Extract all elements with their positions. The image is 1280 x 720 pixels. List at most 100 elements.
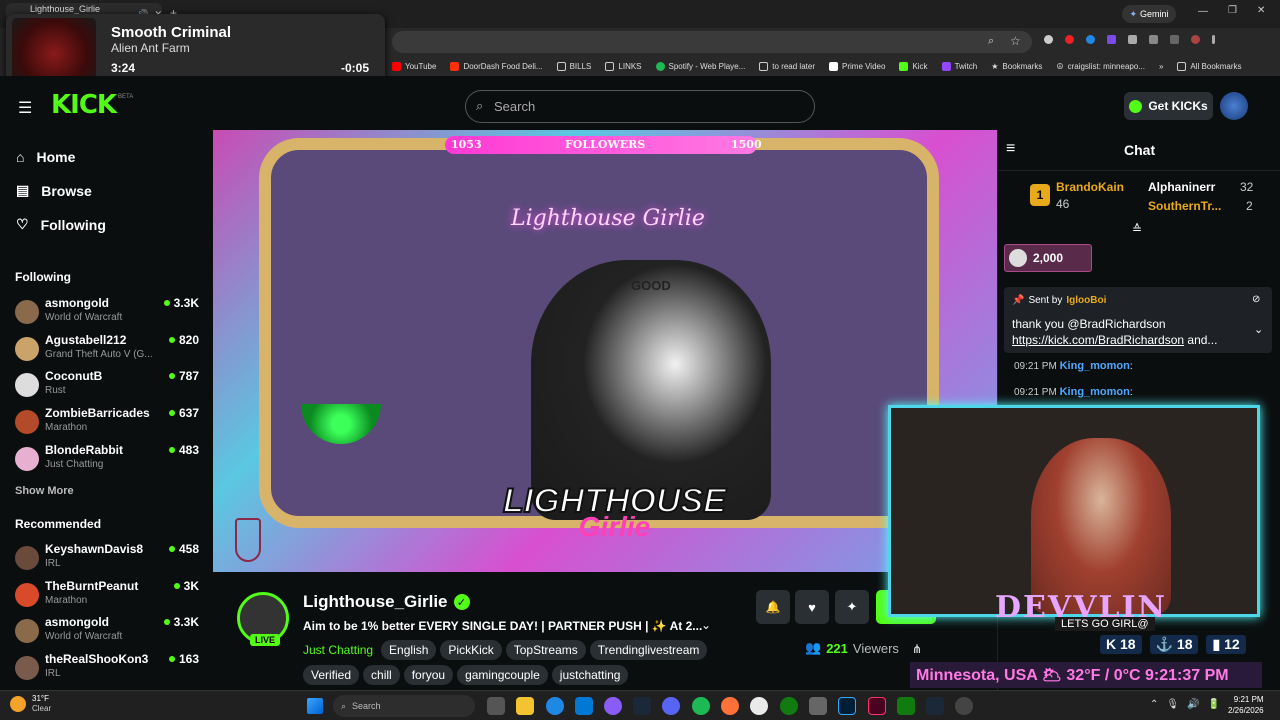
bookmark-prime-video[interactable]: Prime Video [829,61,885,71]
zoom-icon[interactable]: ⌕ [988,35,994,48]
profile-icon[interactable] [1191,35,1200,44]
following-channel-item[interactable]: BlondeRabbit Just Chatting 483 [15,443,205,477]
photoshop-icon[interactable] [838,697,856,715]
start-button[interactable] [307,698,323,714]
show-more-link[interactable]: Show More [15,485,74,497]
notify-bell-button[interactable]: 🔔 [756,590,790,624]
tag-pill[interactable]: foryou [403,665,454,685]
edge-icon[interactable] [546,697,564,715]
extension-icon[interactable] [1149,35,1158,44]
chrome-icon[interactable] [750,697,768,715]
following-channel-item[interactable]: ZombieBarricades Marathon 637 [15,406,205,440]
collapse-chat-icon[interactable]: ≡ [1006,140,1015,158]
firefox-icon[interactable] [721,697,739,715]
store-icon[interactable] [575,697,593,715]
close-window-button[interactable]: ✕ [1257,5,1265,16]
extension-icon[interactable] [1107,35,1116,44]
nav-browse[interactable]: ▤ Browse [16,182,92,199]
file-explorer-icon[interactable] [516,697,534,715]
bookmark-craigslist[interactable]: ☮ craigslist: minneapo... [1056,62,1145,71]
extension-icon[interactable] [1065,35,1074,44]
url-field[interactable] [392,31,1032,53]
bookmark-to-read-later[interactable]: to read later [759,61,815,71]
spotify-icon[interactable] [692,697,710,715]
kick-logo[interactable]: KICK [51,90,117,120]
obs-icon[interactable] [955,697,973,715]
channel-category: World of Warcraft [45,312,123,323]
pinned-link[interactable]: https://kick.com/BradRichardson [1012,333,1184,347]
expand-pinned-icon[interactable]: ⌄ [1254,323,1263,336]
get-kicks-button[interactable]: Get KICKs [1124,92,1213,120]
following-channel-item[interactable]: Agustabell212 Grand Theft Auto V (G... 820 [15,333,205,367]
recommended-channel-item[interactable]: theRealShooKon3 IRL 163 [15,652,205,686]
bookmark-kick[interactable]: Kick [899,61,928,71]
leader-1-name[interactable]: BrandoKain [1056,180,1124,194]
video-player[interactable]: Lighthouse Girlie GOOD 1053 FOLLOWERS 15… [213,130,997,572]
menu-dots-icon[interactable] [1212,35,1215,44]
bookmark-doordash[interactable]: DoorDash Food Deli... [450,61,543,71]
tag-pill[interactable]: English [381,640,437,660]
leader-3-name[interactable]: SouthernTr... [1148,199,1221,213]
windows-taskbar: 31°F Clear ⌕ Search ⌃🎙🔊🔋 9:21 PM 2/26/20… [0,690,1280,720]
kicks-gift-badge[interactable]: 2,000 [1004,244,1092,272]
unpin-icon[interactable]: ⊘ [1252,294,1260,305]
extensions-icons[interactable] [1044,35,1215,44]
category-link[interactable]: Just Chatting [303,643,373,657]
expand-title-icon[interactable]: ⌄ [701,618,711,632]
puzzle-icon[interactable] [1128,35,1137,44]
user-avatar[interactable] [1220,92,1248,120]
app-icon[interactable] [809,697,827,715]
tag-pill[interactable]: Trendinglivestream [589,640,708,660]
extension-icon[interactable] [1086,35,1095,44]
bookmark-bills[interactable]: BILLS [556,61,591,71]
minimize-button[interactable]: — [1198,6,1208,17]
tag-pill[interactable]: chill [363,665,400,685]
tray-icons[interactable]: ⌃🎙🔊🔋 [1150,699,1228,710]
extension-icon[interactable] [1044,35,1053,44]
bookmark-spotify[interactable]: Spotify - Web Playe... [655,61,745,71]
tag-pill[interactable]: gamingcouple [457,665,548,685]
bookmark-bookmarks[interactable]: ★ Bookmarks [991,62,1042,71]
extension-icon[interactable] [1170,35,1179,44]
hamburger-menu-icon[interactable]: ☰ [18,98,32,118]
clock[interactable]: 9:21 PM 2/26/2026 [1228,694,1264,716]
bookmarks-overflow-icon[interactable]: » [1159,62,1163,71]
recommended-channel-item[interactable]: TheBurntPeanut Marathon 3K [15,579,205,613]
gemini-button[interactable]: ✦ Gemini [1122,5,1176,23]
bookmark-star-icon[interactable]: ☆ [1010,34,1021,48]
weather-widget[interactable]: 31°F Clear [10,694,51,714]
tag-pill[interactable]: justchatting [551,665,629,685]
following-channel-item[interactable]: asmongold World of Warcraft 3.3K [15,296,205,330]
nav-following[interactable]: ♡ Following [16,216,106,233]
leaderboard-expand-icon[interactable]: ≙ [1132,222,1142,236]
copilot-icon[interactable] [604,697,622,715]
search-input[interactable]: ⌕ Search [465,90,815,123]
steam-icon[interactable] [633,697,651,715]
leader-2-name[interactable]: Alphaninerr [1148,180,1215,194]
recommended-channel-item[interactable]: KeyshawnDavis8 IRL 458 [15,542,205,576]
bookmark-links[interactable]: LINKS [605,61,642,71]
task-view-icon[interactable] [487,697,505,715]
following-channel-item[interactable]: CoconutB Rust 787 [15,369,205,403]
tag-pill[interactable]: PickKick [440,640,502,660]
tag-pill[interactable]: Verified [303,665,360,685]
folder-icon [556,61,566,71]
bookmark-twitch[interactable]: Twitch [941,61,977,71]
steam-app-icon[interactable] [926,697,944,715]
recommended-channel-item[interactable]: asmongold World of Warcraft 3.3K [15,615,205,649]
restore-button[interactable]: ❐ [1228,5,1237,16]
channel-name[interactable]: Lighthouse_Girlie [303,592,448,612]
bookmark-youtube[interactable]: YouTube [392,61,436,71]
discord-icon[interactable] [662,697,680,715]
xbox-app-icon[interactable] [897,697,915,715]
all-bookmarks[interactable]: All Bookmarks [1177,61,1242,71]
taskbar-search-input[interactable]: ⌕ Search [333,695,475,717]
indesign-icon[interactable] [868,697,886,715]
nav-home[interactable]: ⌂ Home [16,149,75,165]
sparkle-button[interactable]: ✦ [835,590,869,624]
sidebar: ⌂ Home ▤ Browse ♡ Following Following asmon… [0,130,213,690]
xbox-icon[interactable] [780,697,798,715]
follow-heart-button[interactable]: ♥ [795,590,829,624]
share-icon[interactable]: ⋔ [912,642,922,656]
tag-pill[interactable]: TopStreams [505,640,586,660]
